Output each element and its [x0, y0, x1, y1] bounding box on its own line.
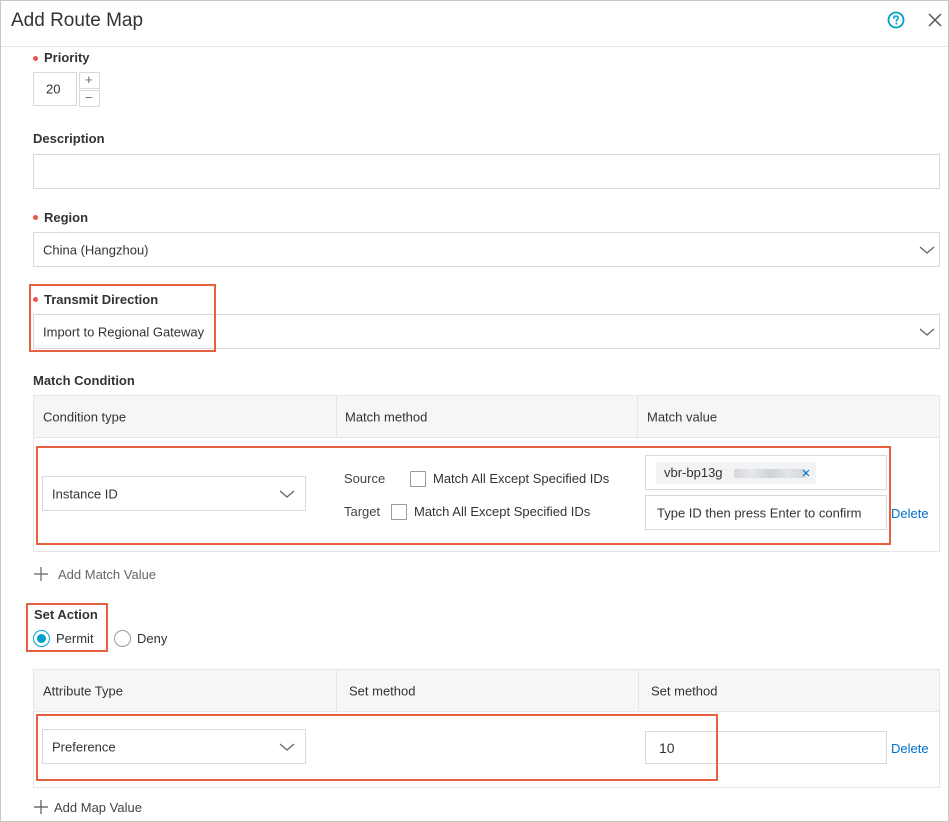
required-marker	[33, 215, 38, 220]
close-icon[interactable]	[925, 10, 945, 30]
map-table-header: Attribute Type Set method Set method	[33, 669, 940, 712]
required-marker	[33, 56, 38, 61]
delete-map-row-link[interactable]: Delete	[891, 741, 929, 756]
dialog-header: Add Route Map	[1, 1, 948, 47]
add-map-value-label: Add Map Value	[54, 800, 142, 815]
region-select[interactable]: China (Hangzhou)	[33, 232, 940, 267]
add-map-value-button[interactable]: Add Map Value	[34, 799, 154, 817]
deny-label: Deny	[137, 631, 168, 646]
attribute-type-value: Preference	[52, 739, 116, 754]
permit-label: Permit	[56, 631, 94, 646]
add-route-map-dialog: Add Route Map Priority 20 + − Descriptio…	[0, 0, 949, 822]
region-label: Region	[44, 210, 89, 225]
help-icon[interactable]	[887, 11, 905, 29]
source-except-checkbox[interactable]	[410, 471, 426, 487]
target-label: Target	[344, 504, 381, 519]
decrement-symbol: −	[85, 90, 93, 105]
plus-icon	[34, 567, 48, 581]
add-match-value-label: Add Match Value	[58, 567, 157, 582]
column-match-method: Match method	[345, 409, 428, 424]
priority-label: Priority	[44, 50, 90, 65]
transmit-direction-select[interactable]: Import to Regional Gateway	[33, 314, 940, 349]
delete-match-row-link[interactable]: Delete	[891, 506, 929, 521]
source-value-tag: vbr-bp13g	[656, 462, 816, 484]
plus-icon	[34, 800, 48, 814]
target-except-label: Match All Except Specified IDs	[414, 504, 591, 519]
column-divider	[336, 396, 337, 437]
transmit-direction-label: Transmit Direction	[44, 292, 159, 307]
tag-remove-icon[interactable]	[802, 469, 810, 477]
column-condition-type: Condition type	[43, 409, 127, 424]
redacted-text	[734, 469, 806, 478]
add-match-value-button[interactable]: Add Match Value	[34, 566, 174, 584]
region-value: China (Hangzhou)	[43, 242, 149, 257]
target-value-input[interactable]: Type ID then press Enter to confirm	[645, 495, 887, 530]
target-except-checkbox[interactable]	[391, 504, 407, 520]
set-action-label: Set Action	[34, 607, 98, 622]
column-divider	[336, 670, 337, 711]
target-value-placeholder: Type ID then press Enter to confirm	[657, 505, 862, 520]
column-set-method-value: Set method	[651, 683, 718, 698]
description-label: Description	[33, 131, 105, 146]
required-marker	[33, 297, 38, 302]
column-match-value: Match value	[647, 409, 718, 424]
match-condition-label: Match Condition	[33, 373, 135, 388]
condition-type-select[interactable]: Instance ID	[42, 476, 306, 511]
description-input[interactable]	[33, 154, 940, 189]
chevron-down-icon	[279, 743, 295, 751]
dialog-title: Add Route Map	[11, 10, 144, 31]
preference-value: 10	[659, 739, 675, 756]
column-attribute-type: Attribute Type	[43, 683, 123, 698]
priority-value: 20	[46, 81, 61, 97]
deny-radio[interactable]	[114, 630, 131, 647]
chevron-down-icon	[919, 328, 935, 336]
increment-symbol: +	[85, 72, 93, 87]
match-table-header: Condition type Match method Match value	[33, 395, 940, 438]
attribute-type-select[interactable]: Preference	[42, 729, 306, 764]
source-value-input[interactable]: vbr-bp13g	[645, 455, 887, 490]
chevron-down-icon	[919, 246, 935, 254]
column-set-method: Set method	[349, 683, 416, 698]
chevron-down-icon	[279, 490, 295, 498]
source-tag-text: vbr-bp13g	[664, 465, 723, 480]
transmit-direction-value: Import to Regional Gateway	[43, 324, 205, 339]
priority-decrement-button[interactable]: −	[79, 90, 100, 107]
condition-type-value: Instance ID	[52, 486, 118, 501]
column-divider	[637, 396, 638, 437]
preference-value-input[interactable]: 10	[645, 731, 887, 764]
priority-input[interactable]: 20	[33, 72, 77, 106]
column-divider	[638, 670, 639, 711]
source-label: Source	[344, 471, 386, 486]
source-except-label: Match All Except Specified IDs	[433, 471, 610, 486]
priority-increment-button[interactable]: +	[79, 72, 100, 89]
permit-radio[interactable]	[33, 630, 50, 647]
